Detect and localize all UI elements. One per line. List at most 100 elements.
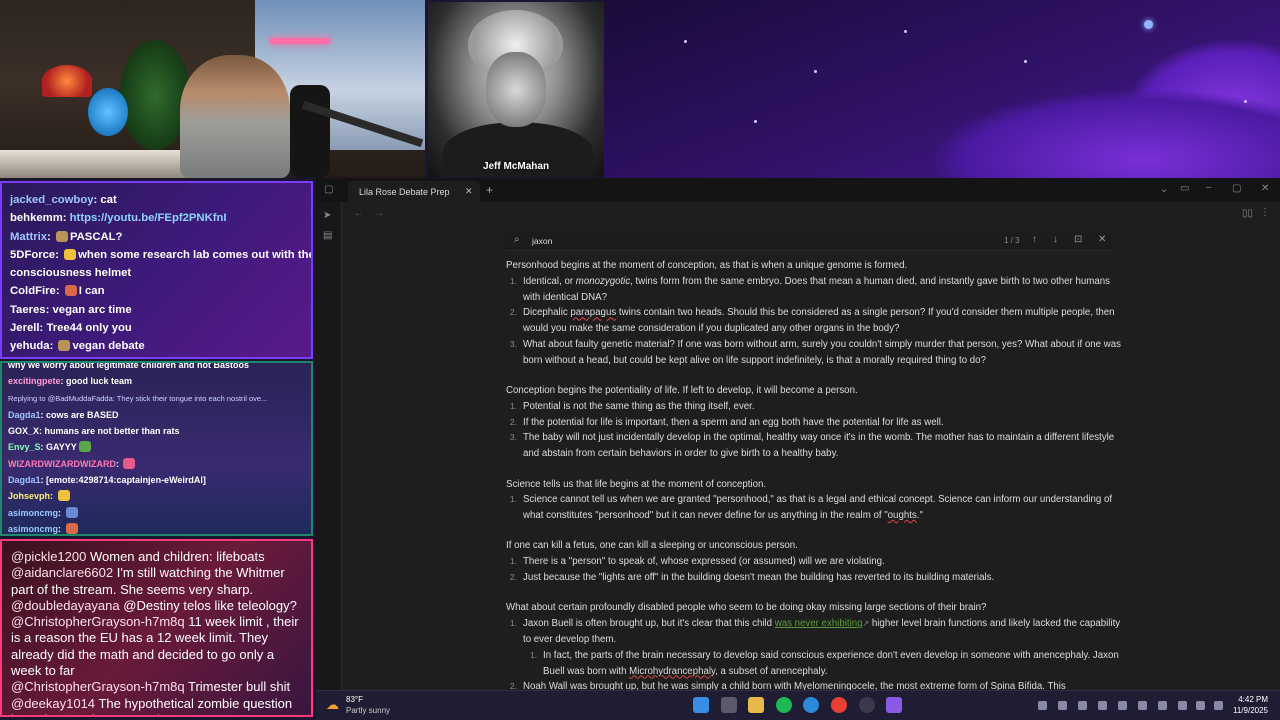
chat-username[interactable]: @ChristopherGrayson-h7m8q bbox=[11, 614, 185, 629]
chat-emote-icon bbox=[58, 340, 71, 352]
chat-emote-icon bbox=[64, 248, 77, 260]
spotify-icon[interactable] bbox=[776, 697, 792, 713]
minimize-icon[interactable]: – bbox=[1206, 182, 1212, 193]
chat-message: yehuda: vegan debate bbox=[10, 340, 145, 353]
chat-message: Dagda1: cows are BASED bbox=[8, 409, 119, 420]
close-search-icon[interactable]: ✕ bbox=[1098, 234, 1106, 245]
list-item: 1. Jaxon Buell is often brought up, but i… bbox=[509, 618, 1121, 645]
chat-username[interactable]: @ChristopherGrayson-h7m8q bbox=[11, 679, 185, 694]
obsidian-icon[interactable] bbox=[886, 697, 902, 713]
chat-username[interactable]: Johsevph bbox=[8, 491, 50, 501]
next-match-icon[interactable]: ↓ bbox=[1053, 234, 1058, 245]
chat-username[interactable]: behkemm bbox=[10, 212, 63, 224]
network-icon[interactable] bbox=[1178, 701, 1187, 710]
reply-text: Replying to @BadMuddaFadda: They stick t… bbox=[8, 393, 268, 403]
wifi-icon[interactable] bbox=[1196, 701, 1205, 710]
weather-temperature[interactable]: 83°F bbox=[346, 695, 363, 704]
chat-emote-icon bbox=[64, 285, 77, 297]
more-options-icon[interactable]: ⋮ bbox=[1260, 207, 1270, 218]
chat-username[interactable]: Taeres bbox=[10, 304, 46, 316]
chat-text: PASCAL? bbox=[69, 230, 123, 243]
chat-message: Johsevph: bbox=[8, 488, 305, 504]
tray-icon[interactable] bbox=[1058, 701, 1067, 710]
space-background bbox=[604, 0, 1280, 178]
sidebar-toggle-icon[interactable]: ▢ bbox=[324, 184, 333, 195]
chat-username[interactable]: jacked_cowboy bbox=[10, 194, 94, 206]
streamer-webcam bbox=[0, 0, 425, 178]
send-icon[interactable]: ➤ bbox=[323, 210, 331, 221]
select-all-icon[interactable]: ⊡ bbox=[1074, 234, 1082, 245]
chat-emote-icon bbox=[78, 441, 91, 453]
list-item: 1. Potential is not the same thing as the… bbox=[509, 400, 755, 412]
chat-username[interactable]: 5DForce bbox=[10, 249, 55, 261]
chat-username[interactable]: Mattrix bbox=[10, 231, 47, 243]
task-view-icon[interactable] bbox=[721, 697, 737, 713]
volume-icon[interactable] bbox=[1214, 701, 1223, 710]
chat-username[interactable]: Dagda1 bbox=[8, 410, 41, 420]
tray-icon[interactable] bbox=[1038, 701, 1047, 710]
chat-username[interactable]: @pickle1200 bbox=[11, 549, 86, 564]
files-icon[interactable]: ▤ bbox=[323, 230, 332, 241]
chrome-icon[interactable] bbox=[831, 697, 847, 713]
section-heading: If one can kill a fetus, one can kill a … bbox=[506, 540, 798, 552]
chat-username[interactable]: @deekay1014 bbox=[11, 696, 95, 711]
guest-name-label: Jeff McMahan bbox=[482, 161, 550, 172]
edge-icon[interactable] bbox=[803, 697, 819, 713]
tab-close-icon[interactable]: ✕ bbox=[465, 186, 473, 197]
maximize-icon[interactable]: ▢ bbox=[1232, 183, 1241, 194]
chat-emote-icon bbox=[123, 457, 136, 469]
clock-time[interactable]: 4:42 PM bbox=[1228, 695, 1268, 704]
new-tab-icon[interactable]: + bbox=[486, 183, 493, 197]
file-explorer-icon[interactable] bbox=[748, 697, 764, 713]
tray-icon[interactable] bbox=[1158, 701, 1167, 710]
find-bar: ⌕ jaxon 1 / 3 ↑ ↓ ⊡ ✕ bbox=[506, 231, 1111, 251]
weather-icon[interactable]: ☁ bbox=[326, 697, 339, 713]
chat-username[interactable]: @aidanclare6602 bbox=[11, 565, 113, 580]
list-item: 1. In fact, the parts of the brain necess… bbox=[529, 649, 1119, 677]
chat-message: Taeres: vegan arc time bbox=[10, 303, 132, 316]
section-heading: Conception begins the potentiality of li… bbox=[506, 385, 858, 397]
tab-lila-rose[interactable]: Lila Rose Debate Prep bbox=[348, 181, 480, 202]
chat-link[interactable]: https://youtu.be/FEpf2PNKfnI bbox=[70, 212, 227, 224]
back-icon[interactable]: ← bbox=[354, 208, 364, 219]
chat-text: @Destiny telos like teleology? bbox=[123, 597, 297, 613]
search-input[interactable]: jaxon bbox=[532, 236, 552, 246]
close-window-icon[interactable]: ✕ bbox=[1261, 183, 1269, 194]
chat-text: Tree44 only you bbox=[46, 322, 132, 335]
chat-message: WIZARDWIZARDWIZARD: bbox=[8, 456, 305, 472]
weather-description[interactable]: Partly sunny bbox=[346, 706, 390, 715]
moon-icon bbox=[1144, 20, 1153, 29]
chat-username[interactable]: WIZARDWIZARDWIZARD bbox=[8, 459, 116, 469]
chat-username[interactable]: Jerell bbox=[10, 322, 40, 334]
tray-icon[interactable] bbox=[1098, 701, 1107, 710]
chat-text: [emote:4298714:captainjen-eWeirdAl] bbox=[46, 475, 206, 486]
chat-text: good luck team bbox=[66, 376, 133, 387]
chat-username[interactable]: Envy_S bbox=[8, 442, 41, 452]
chat-username[interactable]: ColdFire bbox=[10, 285, 56, 297]
chat-username[interactable]: excitingpete bbox=[8, 376, 61, 386]
obs-icon[interactable] bbox=[859, 697, 875, 713]
list-item: 2. If the potential for life is important… bbox=[509, 416, 944, 428]
tray-icon[interactable] bbox=[1078, 701, 1087, 710]
chat-text: cat bbox=[100, 194, 117, 206]
tray-icon[interactable] bbox=[1138, 701, 1147, 710]
reading-view-icon[interactable]: ▯▯ bbox=[1242, 208, 1253, 219]
clock-date[interactable]: 11/9/2025 bbox=[1228, 706, 1268, 715]
nav-bar: ← → ▯▯ ⋮ bbox=[342, 202, 1280, 227]
chat-username[interactable]: yehuda bbox=[10, 340, 50, 352]
forward-icon[interactable]: → bbox=[374, 208, 384, 219]
start-icon[interactable] bbox=[693, 697, 709, 713]
list-item: 1. There is a "person" to speak of, whose… bbox=[509, 556, 885, 568]
chat-username[interactable]: Dagda1 bbox=[8, 475, 41, 485]
external-link[interactable]: was never exhibiting bbox=[775, 618, 863, 629]
chat-message: Jerell: Tree44 only you bbox=[10, 322, 132, 335]
tab-list-icon[interactable]: ⌄ bbox=[1160, 184, 1168, 195]
chat-username[interactable]: asimoncmg bbox=[8, 508, 58, 518]
section-heading: What about certain profoundly disabled p… bbox=[506, 602, 987, 614]
tray-icon[interactable] bbox=[1118, 701, 1127, 710]
chat-username[interactable]: GOX_X bbox=[8, 426, 39, 436]
chat-username[interactable]: @doubledayayana bbox=[11, 598, 120, 613]
chat-username[interactable]: asimoncmg bbox=[8, 524, 58, 534]
layout-icon[interactable]: ▭ bbox=[1180, 183, 1189, 194]
previous-match-icon[interactable]: ↑ bbox=[1032, 234, 1037, 245]
